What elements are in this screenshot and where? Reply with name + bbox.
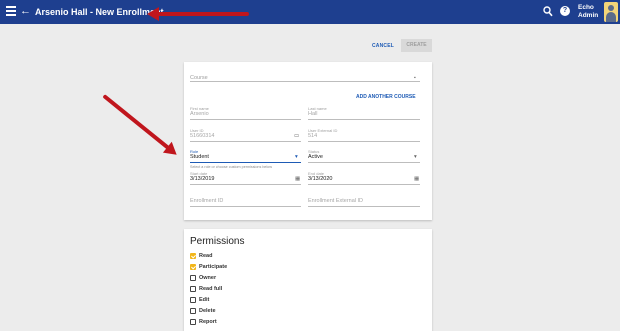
search-icon[interactable]	[543, 6, 553, 17]
enrollment-id-underline	[190, 206, 301, 207]
add-another-course-button[interactable]: ADD ANOTHER COURSE	[356, 94, 416, 101]
start-date-field[interactable]: 3/13/2019	[190, 176, 214, 183]
book-icon: ▪	[414, 75, 416, 81]
user-name[interactable]: Echo Admin	[578, 4, 598, 19]
page-title: Arsenio Hall - New Enrollment	[35, 7, 164, 17]
permission-label: Participate	[199, 264, 228, 270]
checkbox-icon[interactable]	[190, 297, 196, 303]
permissions-title: Permissions	[190, 236, 245, 247]
last-name-field[interactable]: Hall	[308, 111, 317, 118]
start-date-underline	[190, 184, 301, 185]
checkbox-icon[interactable]	[190, 308, 196, 314]
user-name-line1: Echo	[578, 4, 594, 11]
checkbox-icon[interactable]	[190, 264, 196, 270]
app-header: ← Arsenio Hall - New Enrollment ? Echo A…	[0, 0, 620, 24]
cancel-button[interactable]: CANCEL	[372, 42, 394, 50]
status-underline	[308, 162, 420, 163]
course-field[interactable]: Course ▪	[190, 72, 420, 82]
annotation-arrow-title	[147, 7, 249, 21]
checkbox-icon[interactable]	[190, 286, 196, 292]
user-id-underline	[190, 141, 301, 142]
back-arrow-icon[interactable]: ←	[20, 4, 31, 18]
last-name-underline	[308, 119, 420, 120]
avatar[interactable]	[604, 2, 618, 22]
enrollment-external-id-field[interactable]: Enrollment External ID	[308, 198, 363, 205]
permission-label: Report	[199, 319, 217, 325]
help-icon[interactable]: ?	[560, 6, 570, 16]
role-underline	[190, 162, 301, 164]
calendar-icon[interactable]: ▦	[414, 176, 419, 183]
user-external-id-field[interactable]: 514	[308, 133, 317, 140]
user-id-field[interactable]: 51660314	[190, 133, 214, 140]
role-hint: Select a role or choose custom permissio…	[190, 165, 272, 169]
enrollment-external-id-underline	[308, 206, 420, 207]
role-dropdown-icon[interactable]: ▾	[295, 154, 298, 161]
first-name-field[interactable]: Arsenio	[190, 111, 209, 118]
permission-label: Edit	[199, 297, 210, 303]
end-date-underline	[308, 184, 420, 185]
checkbox-icon[interactable]	[190, 253, 196, 259]
permission-label: Read full	[199, 286, 223, 292]
permission-label: Owner	[199, 275, 217, 281]
status-select[interactable]: Active	[308, 154, 323, 161]
id-card-icon: ▭	[294, 133, 300, 139]
role-select[interactable]: Student	[190, 154, 209, 161]
user-external-id-underline	[308, 141, 420, 142]
first-name-underline	[190, 119, 301, 120]
course-placeholder: Course	[190, 75, 208, 81]
status-dropdown-icon[interactable]: ▾	[414, 154, 417, 161]
checkbox-icon[interactable]	[190, 275, 196, 281]
permission-label: Read	[199, 253, 213, 259]
end-date-field[interactable]: 3/13/2020	[308, 176, 332, 183]
menu-icon[interactable]	[6, 6, 16, 18]
enrollment-id-field[interactable]: Enrollment ID	[190, 198, 223, 205]
calendar-icon[interactable]: ▦	[295, 176, 300, 183]
permission-label: Delete	[199, 308, 216, 314]
user-name-line2: Admin	[578, 11, 599, 19]
annotation-arrow-role	[102, 94, 174, 153]
create-button[interactable]: CREATE	[401, 39, 432, 52]
checkbox-icon[interactable]	[190, 319, 196, 325]
